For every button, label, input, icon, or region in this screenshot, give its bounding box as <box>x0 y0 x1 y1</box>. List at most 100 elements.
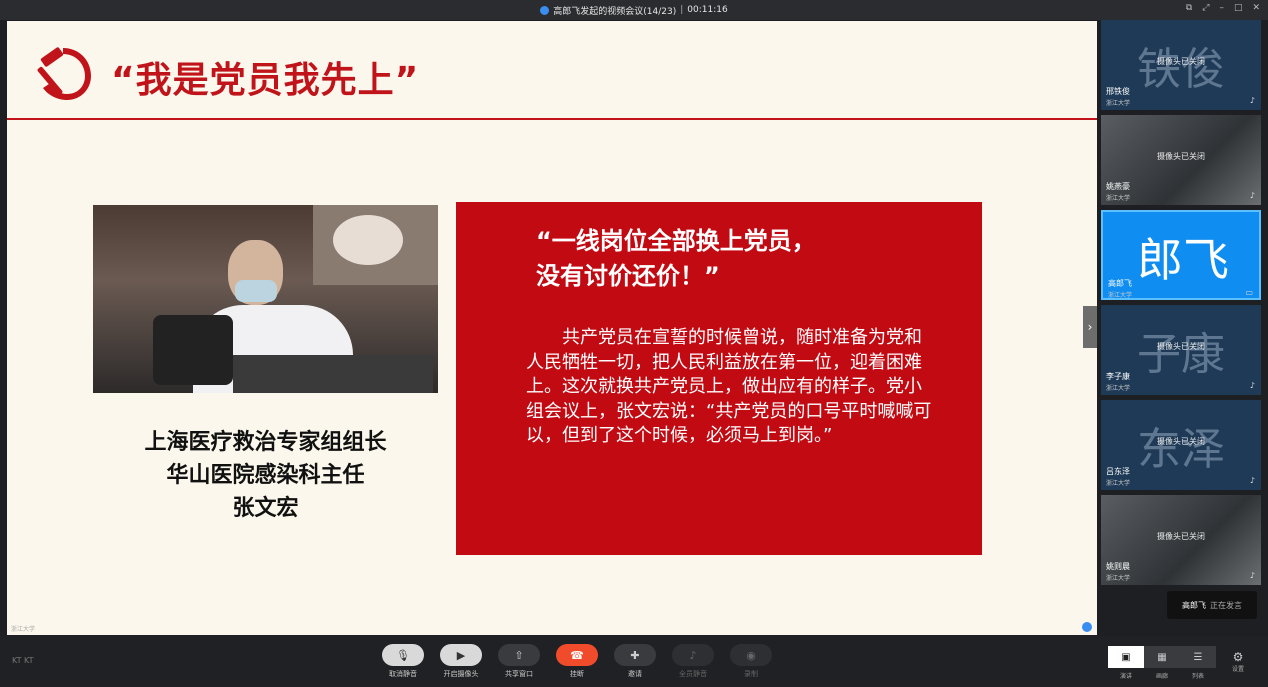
header-divider <box>7 118 1097 120</box>
settings-button[interactable]: ⚙ 设置 <box>1232 650 1244 673</box>
camera-status: 摄像头已关闭 <box>1157 152 1205 161</box>
toolbar-button-label: 开启摄像头 <box>443 670 479 678</box>
list-view-icon: ☰ <box>1193 651 1203 663</box>
screen-share-indicator-icon <box>1082 622 1092 632</box>
participant-name: 姚则晨 <box>1106 562 1130 571</box>
camera-status: 摄像头已关闭 <box>1157 532 1205 541</box>
app-logo: KT KT <box>12 656 34 665</box>
participant-org: 浙江大学 <box>1106 100 1131 107</box>
toolbar-button-label: 全员静音 <box>679 670 707 678</box>
participant-tile[interactable]: 子康 摄像头已关闭 李子康 浙江大学 ♪ <box>1101 305 1261 395</box>
participant-tile[interactable]: 东泽 摄像头已关闭 吕东泽 浙江大学 ♪ <box>1101 400 1261 490</box>
camera-status: 摄像头已关闭 <box>1157 57 1205 66</box>
mute-all-icon: ♪ <box>672 644 714 666</box>
participant-tile[interactable]: 摄像头已关闭姚则晨浙江大学 ♪ <box>1101 495 1261 585</box>
caption-line: 上海医疗救治专家组组长 <box>144 430 387 455</box>
toolbar-button-label: 挂断 <box>570 670 584 678</box>
participant-name: 吕东泽 <box>1106 467 1130 476</box>
microphones <box>153 315 233 385</box>
photo-caption: 上海医疗救治专家组组长 华山医院感染科主任 张文宏 <box>93 426 438 525</box>
mic-icon: ♪ <box>1249 191 1255 200</box>
speaker-view-icon: ▣ <box>1121 651 1131 663</box>
camera-button[interactable]: ▶ 开启摄像头 <box>439 644 483 684</box>
caption-line: 华山医院感染科主任 <box>166 463 365 488</box>
hammer-sickle-icon <box>37 47 91 100</box>
view-switcher: ▣ ▦ ☰ <box>1108 646 1216 668</box>
list-view-button[interactable]: ☰ <box>1180 646 1216 668</box>
window-controls: ⧉ ⤢ – □ ✕ <box>1186 3 1260 13</box>
participant-tile[interactable]: 铁俊 摄像头已关闭 邢铁俊 浙江大学 ♪ <box>1101 20 1261 110</box>
slide-title: “我是党员我先上” <box>111 60 420 101</box>
toolbar-button-label: 共享窗口 <box>505 670 533 678</box>
participant-name: 姚燕豪 <box>1106 182 1130 191</box>
participant-org: 浙江大学 <box>1106 575 1131 582</box>
slide-header: “我是党员我先上” <box>7 21 1097 118</box>
toolbar-button-label: 邀请 <box>628 670 642 678</box>
mic-button[interactable]: 🎙 取消静音 <box>381 644 425 684</box>
minimize-icon[interactable]: – <box>1219 3 1224 13</box>
speaking-text: 正在发言 <box>1210 600 1242 610</box>
collapse-sidebar-button[interactable]: › <box>1083 306 1097 348</box>
quote-text: “一线岗位全部换上党员， 没有讨价还价！” <box>536 227 816 290</box>
gallery-view-icon: ▦ <box>1157 651 1167 663</box>
view-label: 画廊 <box>1155 673 1168 680</box>
main-video-tag: 浙江大学 <box>11 626 36 633</box>
quote-body: 共产党员在宣誓的时候曾说，随时准备为党和人民牺牲一切，把人民利益放在第一位，迎着… <box>526 326 936 449</box>
emblem-icon <box>333 215 403 265</box>
chevron-right-icon: › <box>1087 320 1093 334</box>
press-conference-photo <box>93 205 438 393</box>
view-label: 演讲 <box>1119 673 1132 680</box>
caption-line: 张文宏 <box>232 496 299 521</box>
view-label: 列表 <box>1191 673 1204 680</box>
speaking-indicator: 高郎飞 正在发言 <box>1167 591 1257 619</box>
participant-tile[interactable]: 郎飞 高郎飞 浙江大学 ▭ <box>1101 210 1261 300</box>
share-button[interactable]: ⇧ 共享窗口 <box>497 644 541 684</box>
meeting-timer: 00:11:16 <box>687 5 728 15</box>
camera-status: 摄像头已关闭 <box>1157 342 1205 351</box>
participant-name: 李子康 <box>1106 372 1130 381</box>
toolbar-button-label: 录制 <box>744 670 758 678</box>
fullscreen-icon[interactable]: ⤢ <box>1202 3 1209 13</box>
participant-list: 铁俊 摄像头已关闭 邢铁俊 浙江大学 ♪ 摄像头已关闭 姚燕豪 浙江大学 ♪ 郎飞 高郎飞 浙江大学 ▭… <box>1101 20 1261 635</box>
share-icon: ⇧ <box>498 644 540 666</box>
camera-icon: ▶ <box>440 644 482 666</box>
mute-all-button[interactable]: ♪ 全员静音 <box>671 644 715 684</box>
title-bar: 高郎飞发起的视频会议(14/23) | 00:11:16 ⧉ ⤢ – □ ✕ <box>0 0 1268 20</box>
meeting-toolbar: KT KT 🎙 取消静音 ▶ 开启摄像头 ⇧ 共享窗口 ☎ 挂断 ✚ 邀请 ♪ 全员静音 ◉ 录制 ▣ ▦… <box>0 636 1268 687</box>
speaker-name: 高郎飞 <box>1182 600 1206 610</box>
hangup-icon: ☎ <box>556 644 598 666</box>
settings-label: 设置 <box>1232 666 1245 673</box>
quote-box: “一线岗位全部换上党员， 没有讨价还价！” 共产党员在宣誓的时候曾说，随时准备为… <box>456 202 982 555</box>
maximize-icon[interactable]: □ <box>1234 3 1243 13</box>
participant-org: 浙江大学 <box>1106 385 1131 392</box>
mic-icon: ♪ <box>1249 571 1255 580</box>
participant-org: 浙江大学 <box>1106 195 1131 202</box>
mic-icon: 🎙 <box>382 644 424 666</box>
shared-screen: “我是党员我先上” 上海医疗救治专家组组长 华山医院感染科主任 张文宏 “一线岗… <box>7 21 1097 635</box>
participant-name: 邢铁俊 <box>1106 87 1130 96</box>
toolbar-button-label: 取消静音 <box>389 670 417 678</box>
gear-icon: ⚙ <box>1232 650 1244 664</box>
hangup-button[interactable]: ☎ 挂断 <box>555 644 599 684</box>
mic-icon: ♪ <box>1249 96 1255 105</box>
participant-org: 浙江大学 <box>1108 292 1133 299</box>
chat-icon: ▭ <box>1245 288 1253 297</box>
participant-org: 浙江大学 <box>1106 480 1131 487</box>
record-button[interactable]: ◉ 录制 <box>729 644 773 684</box>
participant-name: 高郎飞 <box>1108 279 1132 288</box>
record-icon: ◉ <box>730 644 772 666</box>
participant-tile[interactable]: 摄像头已关闭姚燕豪浙江大学 ♪ <box>1101 115 1261 205</box>
invite-button[interactable]: ✚ 邀请 <box>613 644 657 684</box>
camera-status: 摄像头已关闭 <box>1157 437 1205 446</box>
pin-icon[interactable]: ⧉ <box>1186 3 1192 13</box>
title-separator: | <box>680 5 684 15</box>
invite-icon: ✚ <box>614 644 656 666</box>
gallery-view-button[interactable]: ▦ <box>1144 646 1180 668</box>
mic-icon: ♪ <box>1249 476 1255 485</box>
lock-icon <box>540 5 550 15</box>
speaker-view-button[interactable]: ▣ <box>1108 646 1144 668</box>
view-labels: 演讲 画廊 列表 <box>1108 671 1216 680</box>
close-icon[interactable]: ✕ <box>1252 3 1260 13</box>
body-paragraph: 共产党员在宣誓的时候曾说，随时准备为党和人民牺牲一切，把人民利益放在第一位，迎着… <box>526 327 932 446</box>
mic-icon: ♪ <box>1249 381 1255 390</box>
